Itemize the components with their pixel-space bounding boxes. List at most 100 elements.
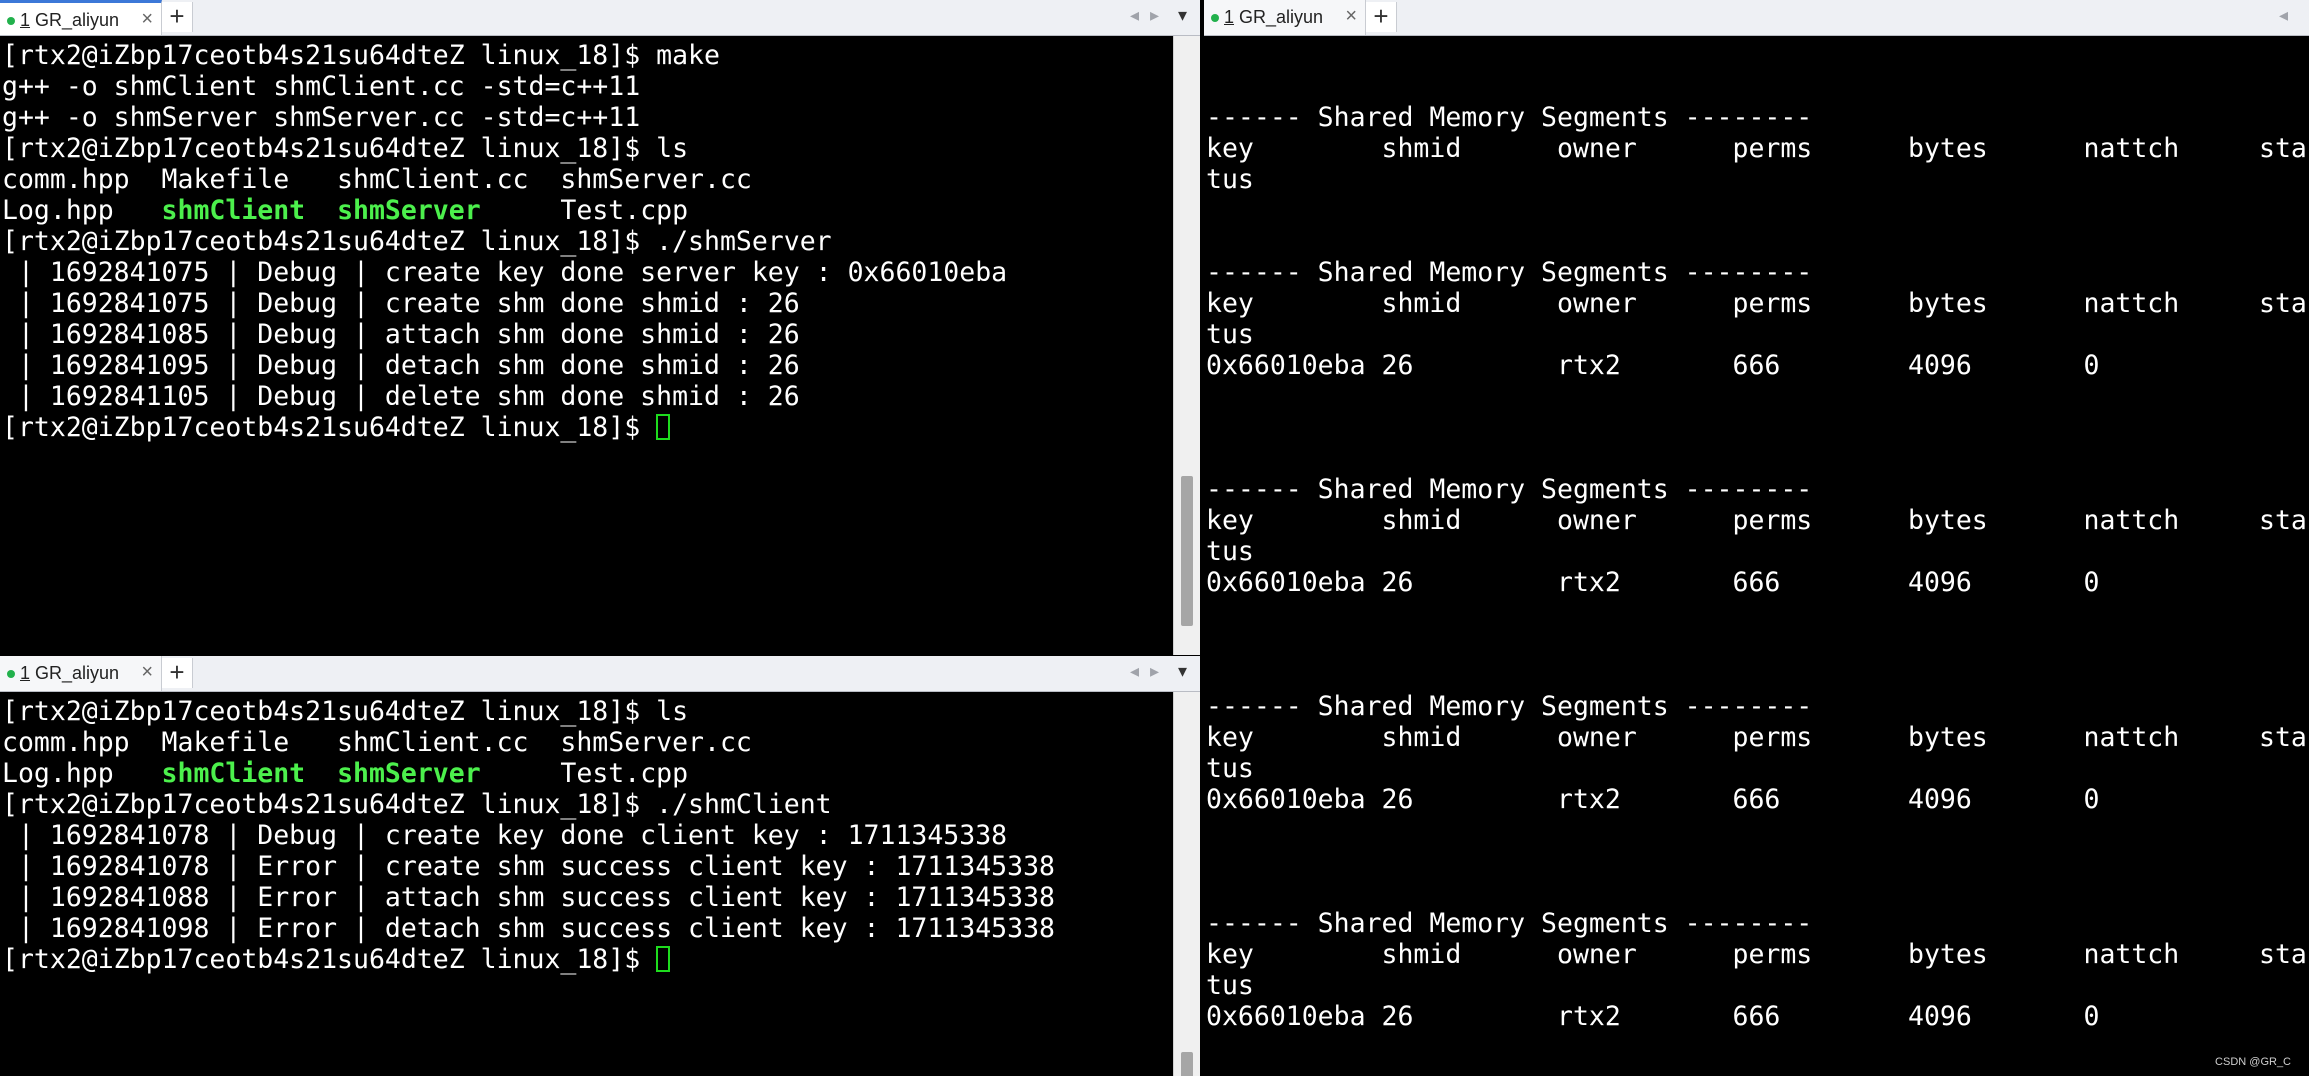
- terminal-text: | 1692841088 | Error | attach shm succes…: [2, 882, 1055, 913]
- tab-scroll-left-icon[interactable]: ◂: [2279, 5, 2288, 26]
- tab-scroll-left-icon[interactable]: ◂: [1130, 5, 1139, 26]
- new-tab-button[interactable]: +: [1366, 2, 1397, 32]
- terminal-output[interactable]: [rtx2@iZbp17ceotb4s21su64dteZ linux_18]$…: [0, 692, 1174, 1076]
- terminal-text: [rtx2@iZbp17ceotb4s21su64dteZ linux_18]$…: [2, 696, 689, 727]
- vertical-scrollbar[interactable]: [1173, 36, 1200, 655]
- terminal-line: [rtx2@iZbp17ceotb4s21su64dteZ linux_18]$…: [2, 226, 1174, 257]
- terminal-text: Log.hpp: [2, 758, 162, 789]
- terminal-line: tus: [1206, 164, 2309, 195]
- connection-status-dot: [7, 670, 15, 678]
- terminal-text: 0x66010eba 26 rtx2 666 4096 0: [1206, 567, 2100, 598]
- tab-scroll-left-icon[interactable]: ◂: [1130, 661, 1139, 682]
- executable-file-name: shmServer: [337, 758, 481, 789]
- terminal-line: [rtx2@iZbp17ceotb4s21su64dteZ linux_18]$: [2, 944, 1174, 975]
- tab-menu-icon[interactable]: ▾: [1178, 661, 1187, 682]
- terminal-text: Log.hpp: [2, 195, 162, 226]
- terminal-pane-top-left[interactable]: 1 GR_aliyun × + ◂ ▸ ▾ [rtx2@iZbp17ceotb4…: [0, 0, 1200, 655]
- connection-status-dot: [7, 17, 15, 25]
- terminal-text: | 1692841075 | Debug | create key done s…: [2, 257, 1008, 288]
- terminal-text: | 1692841078 | Error | create shm succes…: [2, 851, 1055, 882]
- terminal-line: 0x66010eba 26 rtx2 666 4096 0: [1206, 784, 2309, 815]
- terminal-text: [rtx2@iZbp17ceotb4s21su64dteZ linux_18]$…: [2, 226, 832, 257]
- tab-session[interactable]: 1 GR_aliyun ×: [1204, 0, 1366, 35]
- terminal-line: | 1692841078 | Error | create shm succes…: [2, 851, 1174, 882]
- terminal-line: | 1692841105 | Debug | delete shm done s…: [2, 381, 1174, 412]
- terminal-line: comm.hpp Makefile shmClient.cc shmServer…: [2, 164, 1174, 195]
- close-tab-icon[interactable]: ×: [1345, 5, 1357, 28]
- tab-menu-icon[interactable]: ▾: [1178, 5, 1187, 26]
- terminal-text: | 1692841078 | Debug | create key done c…: [2, 820, 1008, 851]
- terminal-line: tus: [1206, 319, 2309, 350]
- terminal-line: 0x66010eba 26 rtx2 666 4096 0: [1206, 1001, 2309, 1032]
- terminal-text: ------ Shared Memory Segments --------: [1206, 102, 1813, 133]
- terminal-text: [rtx2@iZbp17ceotb4s21su64dteZ linux_18]$…: [2, 789, 832, 820]
- terminal-line: [rtx2@iZbp17ceotb4s21su64dteZ linux_18]$…: [2, 40, 1174, 71]
- terminal-line: Log.hpp shmClient shmServer Test.cpp: [2, 195, 1174, 226]
- terminal-text: | 1692841095 | Debug | detach shm done s…: [2, 350, 800, 381]
- terminal-line: key shmid owner perms bytes nattch sta: [1206, 288, 2309, 319]
- close-tab-icon[interactable]: ×: [141, 661, 153, 684]
- terminal-line: Log.hpp shmClient shmServer Test.cpp: [2, 758, 1174, 789]
- terminal-output[interactable]: ------ Shared Memory Segments -------- ke…: [1204, 36, 2309, 1076]
- terminal-line: g++ -o shmClient shmClient.cc -std=c++11: [2, 71, 1174, 102]
- terminal-line: | 1692841085 | Debug | attach shm done s…: [2, 319, 1174, 350]
- terminal-text: 0x66010eba 26 rtx2 666 4096 0: [1206, 1001, 2100, 1032]
- terminal-line: | 1692841078 | Debug | create key done c…: [2, 820, 1174, 851]
- tab-bar: 1 GR_aliyun × + ◂ ▸ ▾: [0, 0, 1200, 36]
- terminal-text: | 1692841098 | Error | detach shm succes…: [2, 913, 1055, 944]
- terminal-text: ------ Shared Memory Segments --------: [1206, 257, 1813, 288]
- terminal-line: key shmid owner perms bytes nattch sta: [1206, 722, 2309, 753]
- terminal-text: comm.hpp Makefile shmClient.cc shmServer…: [2, 164, 752, 195]
- tab-scroll-right-icon[interactable]: ▸: [1150, 5, 1159, 26]
- terminal-text: [rtx2@iZbp17ceotb4s21su64dteZ linux_18]$: [2, 412, 657, 443]
- terminal-text: tus: [1206, 970, 1254, 1001]
- terminal-line: [rtx2@iZbp17ceotb4s21su64dteZ linux_18]$…: [2, 133, 1174, 164]
- terminal-line: ------ Shared Memory Segments --------: [1206, 474, 2309, 505]
- terminal-line: tus: [1206, 536, 2309, 567]
- terminal-text: | 1692841075 | Debug | create shm done s…: [2, 288, 800, 319]
- new-tab-button[interactable]: +: [162, 2, 193, 32]
- terminal-line: [rtx2@iZbp17ceotb4s21su64dteZ linux_18]$…: [2, 696, 1174, 727]
- terminal-line: | 1692841088 | Error | attach shm succes…: [2, 882, 1174, 913]
- terminal-pane-right[interactable]: 1 GR_aliyun × + ◂ ------ Shared Memory S…: [1204, 0, 2309, 1076]
- executable-file-name: shmServer: [337, 195, 481, 226]
- terminal-text: key shmid owner perms bytes nattch sta: [1206, 722, 2307, 753]
- terminal-line: key shmid owner perms bytes nattch sta: [1206, 133, 2309, 164]
- terminal-text: [rtx2@iZbp17ceotb4s21su64dteZ linux_18]$: [2, 944, 657, 975]
- terminal-text: g++ -o shmClient shmClient.cc -std=c++11: [2, 71, 641, 102]
- scrollbar-thumb[interactable]: [1181, 1052, 1193, 1076]
- tab-session[interactable]: 1 GR_aliyun ×: [0, 656, 162, 691]
- executable-file-name: shmClient: [161, 195, 306, 226]
- terminal-text: [rtx2@iZbp17ceotb4s21su64dteZ linux_18]$…: [2, 40, 720, 71]
- terminal-text: key shmid owner perms bytes nattch sta: [1206, 288, 2307, 319]
- terminal-pane-bottom-left[interactable]: 1 GR_aliyun × + ◂ ▸ ▾ [rtx2@iZbp17ceotb4…: [0, 656, 1200, 1076]
- scrollbar-thumb[interactable]: [1181, 476, 1193, 626]
- close-tab-icon[interactable]: ×: [141, 8, 153, 31]
- tab-scroll-right-icon[interactable]: ▸: [1150, 661, 1159, 682]
- terminal-text: key shmid owner perms bytes nattch sta: [1206, 939, 2307, 970]
- watermark: CSDN @GR_C: [2215, 1056, 2291, 1068]
- terminal-text: [rtx2@iZbp17ceotb4s21su64dteZ linux_18]$…: [2, 133, 689, 164]
- terminal-line: 0x66010eba 26 rtx2 666 4096 0: [1206, 350, 2309, 381]
- tab-session[interactable]: 1 GR_aliyun ×: [0, 0, 162, 35]
- terminal-text: comm.hpp Makefile shmClient.cc shmServer…: [2, 727, 752, 758]
- terminal-line: ------ Shared Memory Segments --------: [1206, 102, 2309, 133]
- terminal-line: [rtx2@iZbp17ceotb4s21su64dteZ linux_18]$: [2, 412, 1174, 443]
- terminal-line: comm.hpp Makefile shmClient.cc shmServer…: [2, 727, 1174, 758]
- terminal-text: key shmid owner perms bytes nattch sta: [1206, 133, 2307, 164]
- vertical-scrollbar[interactable]: [1173, 692, 1200, 1076]
- terminal-line: key shmid owner perms bytes nattch sta: [1206, 505, 2309, 536]
- terminal-output[interactable]: [rtx2@iZbp17ceotb4s21su64dteZ linux_18]$…: [0, 36, 1174, 655]
- new-tab-button[interactable]: +: [162, 658, 193, 688]
- terminal-line: 0x66010eba 26 rtx2 666 4096 0: [1206, 567, 2309, 598]
- terminal-text: | 1692841105 | Debug | delete shm done s…: [2, 381, 800, 412]
